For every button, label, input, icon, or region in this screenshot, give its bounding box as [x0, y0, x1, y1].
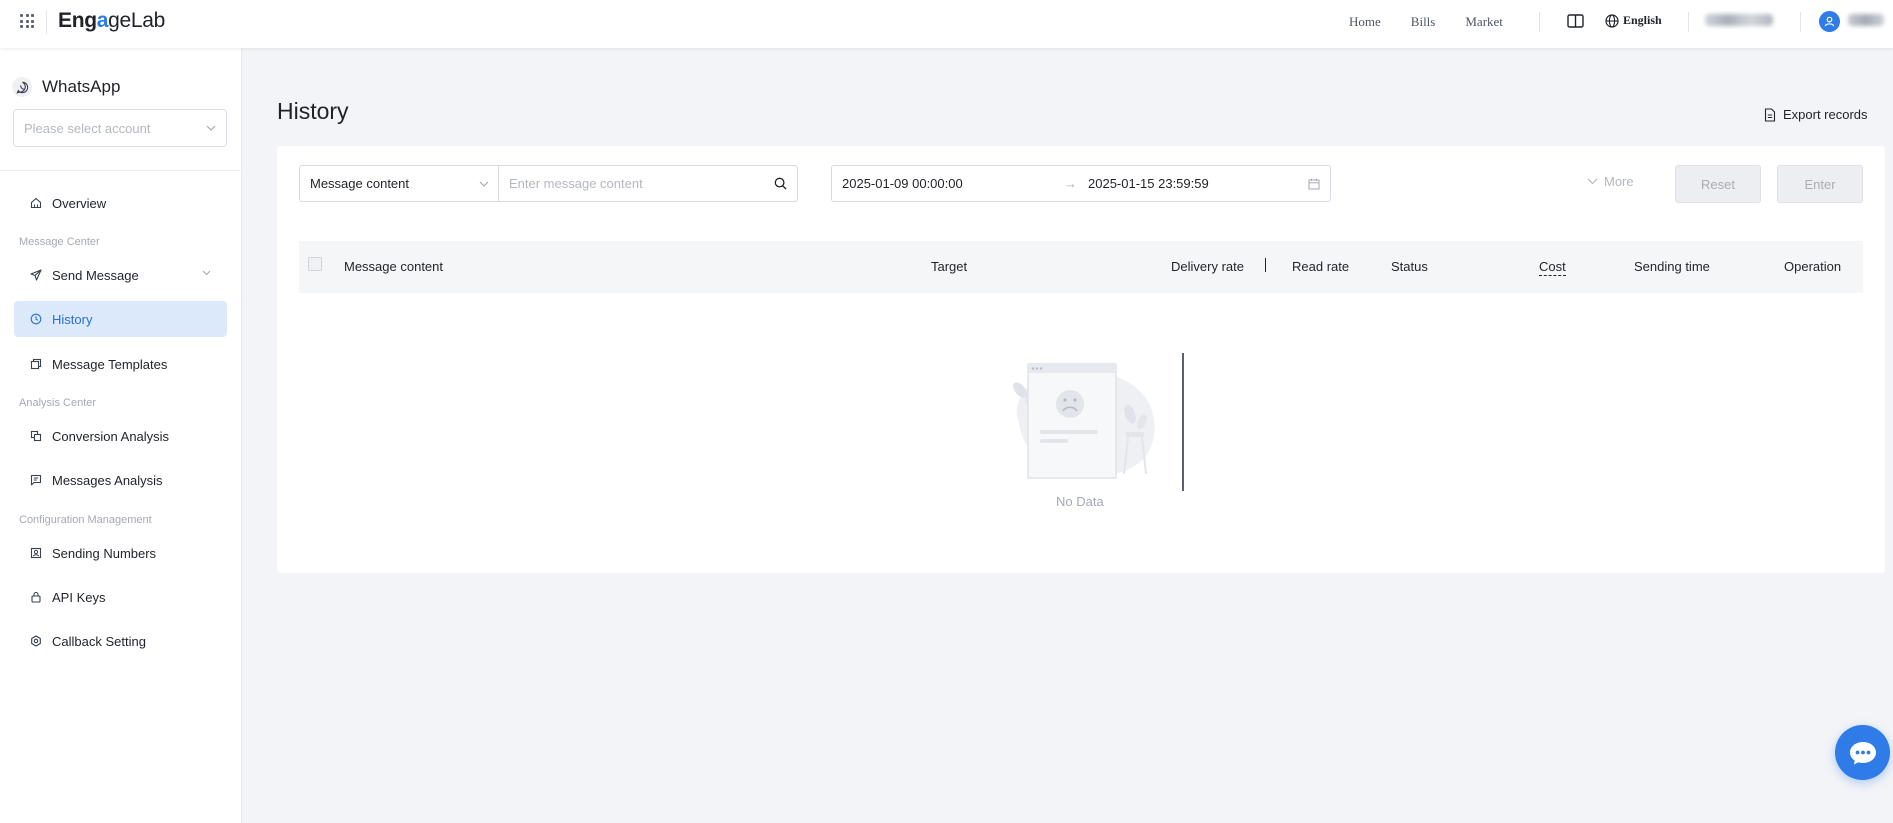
- enter-button[interactable]: Enter: [1777, 165, 1863, 203]
- user-avatar[interactable]: [1819, 11, 1840, 32]
- nav-bills-link[interactable]: Bills: [1411, 14, 1436, 30]
- message-search-field: [498, 165, 798, 202]
- sidebar-item-label: Messages Analysis: [52, 472, 163, 488]
- user-icon: [1824, 16, 1835, 27]
- top-bar: EngageLab Home Bills Market English: [0, 0, 1893, 48]
- language-label: English: [1623, 13, 1662, 27]
- more-filters-toggle[interactable]: More: [1587, 174, 1634, 189]
- chevron-down-icon: [202, 270, 211, 276]
- sidebar-item-messages-analysis[interactable]: Messages Analysis: [14, 462, 227, 498]
- book-icon[interactable]: [1567, 14, 1584, 28]
- sidebar-item-overview[interactable]: Overview: [14, 185, 227, 221]
- whatsapp-icon: [12, 77, 32, 97]
- col-message-content: Message content: [344, 259, 444, 274]
- date-start: 2025-01-09 00:00:00: [842, 176, 963, 191]
- page-title: History: [277, 98, 349, 124]
- contact-card-icon: [29, 546, 43, 560]
- sidebar-item-history[interactable]: History: [14, 301, 227, 337]
- sidebar-divider: [0, 170, 242, 171]
- product-title: WhatsApp: [42, 77, 121, 96]
- brand-text-1: Eng: [58, 9, 97, 32]
- top-nav: Home Bills Market: [1349, 14, 1533, 30]
- more-label: More: [1604, 174, 1634, 189]
- apps-grid-icon[interactable]: [20, 14, 34, 28]
- col-cost[interactable]: Cost: [1539, 259, 1566, 276]
- reset-button[interactable]: Reset: [1675, 165, 1761, 203]
- send-icon: [29, 268, 43, 282]
- search-icon[interactable]: [774, 177, 787, 190]
- brand-text-3: geLab: [108, 9, 166, 32]
- document-icon: [1764, 107, 1776, 122]
- chevron-down-icon: [1587, 178, 1598, 185]
- sidebar-item-label: Sending Numbers: [52, 545, 157, 561]
- sidebar-item-label: Conversion Analysis: [52, 428, 170, 444]
- col-operation: Operation: [1784, 259, 1842, 274]
- sidebar-item-message-templates[interactable]: Message Templates: [14, 346, 227, 382]
- group-label-analysis-center: Analysis Center: [19, 397, 97, 409]
- message-search-input[interactable]: [509, 176, 774, 191]
- col-sending-time: Sending time: [1634, 259, 1710, 274]
- sidebar-item-label: Overview: [52, 195, 107, 211]
- chevron-down-icon: [479, 181, 489, 187]
- language-switch[interactable]: English: [1605, 13, 1662, 28]
- filter-type-value: Message content: [310, 176, 410, 191]
- sidebar-item-sending-numbers[interactable]: Sending Numbers: [14, 535, 227, 571]
- date-range-arrow: →: [1064, 176, 1077, 191]
- lock-icon: [29, 590, 43, 604]
- export-records-label: Export records: [1783, 107, 1868, 122]
- history-clock-icon: [29, 312, 43, 326]
- brand-text-2: a: [96, 9, 109, 32]
- sidebar-item-label: API Keys: [52, 589, 106, 605]
- account-select[interactable]: Please select account: [13, 109, 227, 147]
- home-icon: [29, 196, 43, 210]
- filter-type-select[interactable]: Message content: [299, 165, 499, 202]
- export-records-button[interactable]: Export records: [1764, 107, 1868, 122]
- group-label-configuration: Configuration Management: [19, 514, 152, 526]
- sidebar-item-send-message[interactable]: Send Message: [14, 257, 227, 293]
- group-label-message-center: Message Center: [19, 236, 100, 248]
- nav-home-link[interactable]: Home: [1349, 14, 1381, 30]
- brand-logo[interactable]: EngageLab: [58, 9, 165, 33]
- calendar-icon: [1308, 178, 1320, 189]
- sidebar-item-callback-setting[interactable]: Callback Setting: [14, 623, 227, 659]
- sidebar-item-api-keys[interactable]: API Keys: [14, 579, 227, 615]
- chevron-down-icon: [206, 125, 216, 131]
- empty-state-illustration: [1013, 363, 1155, 479]
- table-header: [299, 241, 1863, 293]
- chat-support-button[interactable]: [1835, 725, 1890, 780]
- product-header: WhatsApp: [12, 77, 120, 97]
- nav-separator: [1800, 12, 1801, 32]
- sidebar-item-conversion-analysis[interactable]: Conversion Analysis: [14, 418, 227, 454]
- col-status: Status: [1391, 259, 1428, 274]
- templates-icon: [29, 357, 43, 371]
- select-all-checkbox[interactable]: [308, 257, 322, 271]
- text-cursor-line: [1182, 353, 1184, 491]
- globe-icon: [1605, 13, 1619, 28]
- sidebar-item-label: Message Templates: [52, 356, 168, 372]
- date-range-picker[interactable]: 2025-01-09 00:00:00 → 2025-01-15 23:59:5…: [831, 165, 1331, 202]
- gear-icon: [29, 634, 43, 648]
- account-select-placeholder: Please select account: [24, 120, 151, 136]
- sidebar-item-label: Send Message: [52, 267, 139, 283]
- sidebar-item-label: Callback Setting: [52, 633, 146, 649]
- empty-state-text: No Data: [1056, 494, 1104, 509]
- chat-bubble-icon: [1849, 741, 1876, 764]
- blurred-org-name: [1705, 14, 1773, 26]
- col-read-rate: Read rate: [1292, 259, 1350, 274]
- conversion-icon: [29, 429, 43, 443]
- blurred-user-name: [1848, 14, 1884, 26]
- col-cost-label: Cost: [1539, 259, 1566, 276]
- sidebar-item-label: History: [52, 311, 93, 327]
- column-resize-handle[interactable]: [1265, 258, 1266, 272]
- nav-separator: [1539, 12, 1540, 32]
- date-end: 2025-01-15 23:59:59: [1088, 176, 1209, 191]
- col-target: Target: [931, 259, 968, 274]
- nav-separator: [1688, 12, 1689, 32]
- nav-market-link[interactable]: Market: [1465, 14, 1503, 30]
- col-delivery-rate: Delivery rate: [1171, 259, 1244, 274]
- message-chart-icon: [29, 473, 43, 487]
- topbar-divider: [46, 10, 47, 34]
- sidebar: WhatsApp Please select account Overview …: [0, 48, 242, 823]
